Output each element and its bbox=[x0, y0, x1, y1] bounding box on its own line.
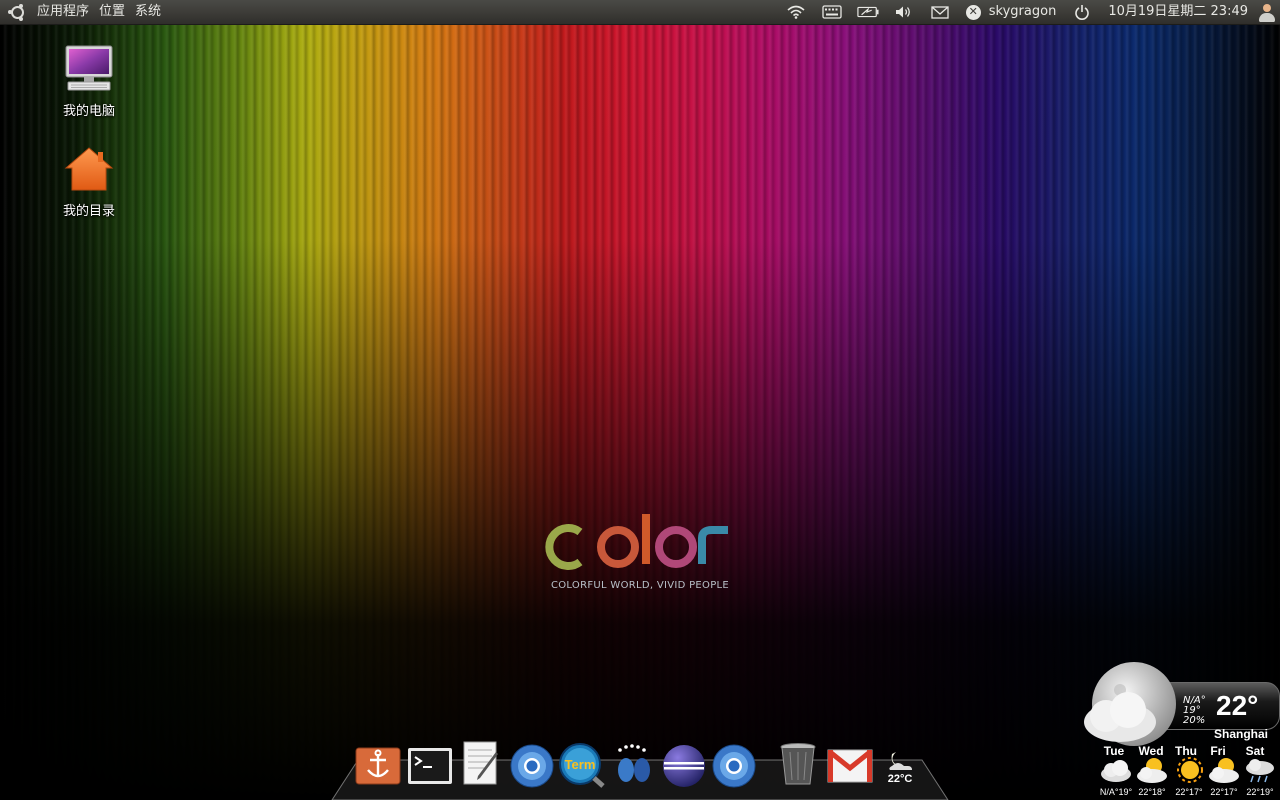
chromium-icon[interactable] bbox=[508, 740, 556, 788]
desktop-icon-label: 我的电脑 bbox=[62, 104, 115, 119]
eclipse-icon[interactable] bbox=[660, 740, 708, 788]
color-logo-text bbox=[545, 514, 728, 570]
desktop-icon-my-folder[interactable]: 我的目录 bbox=[44, 146, 134, 219]
menu-places[interactable]: 位置 bbox=[94, 0, 130, 24]
weather-widget[interactable]: N/A° 19° 20% 22° Shanghai Tue Wed Thu Fr… bbox=[1078, 660, 1280, 800]
wallpaper-tagline: COLORFUL WORLD, VIVID PEOPLE bbox=[550, 580, 730, 591]
terminal-icon[interactable] bbox=[406, 740, 454, 788]
dock: Term 22°C bbox=[330, 741, 950, 800]
moon-cloud-icon bbox=[1084, 662, 1176, 746]
forecast-temp: 22°18° bbox=[1138, 787, 1166, 797]
system-tray: ✕ skygragon 10月19日星期二 23:49 bbox=[778, 0, 1280, 24]
user-icon[interactable] bbox=[1258, 2, 1276, 22]
top-panel: 应用程序 位置 系统 ✕ skygragon 10月19日星期二 23:49 bbox=[0, 0, 1280, 25]
weather-details: N/A° 19° 20% bbox=[1183, 696, 1206, 726]
footprints-icon[interactable] bbox=[610, 740, 658, 788]
weather-city: Shanghai bbox=[1214, 727, 1269, 741]
clock[interactable]: 10月19日星期二 23:49 bbox=[1100, 0, 1256, 24]
chromium-icon[interactable] bbox=[710, 740, 758, 788]
cloudy-icon bbox=[1101, 760, 1131, 782]
ubuntu-logo-icon[interactable] bbox=[8, 3, 26, 21]
partly-cloudy-icon bbox=[1137, 758, 1167, 783]
forecast-temp: 22°17° bbox=[1210, 787, 1238, 797]
term-label: Term bbox=[565, 757, 596, 772]
text-editor-icon[interactable] bbox=[458, 740, 506, 788]
forecast-temp: N/A°19° bbox=[1099, 787, 1133, 797]
weather-current-temp: 22° bbox=[1216, 690, 1259, 721]
partly-cloudy-icon bbox=[1209, 758, 1239, 783]
rain-icon bbox=[1246, 759, 1274, 783]
power-icon[interactable] bbox=[1071, 0, 1093, 24]
keyboard-icon[interactable] bbox=[821, 0, 843, 24]
term-search-icon[interactable]: Term bbox=[558, 740, 606, 788]
user-switcher[interactable]: ✕ skygragon bbox=[958, 0, 1065, 24]
dock-weather-temp: 22°C bbox=[888, 773, 913, 785]
username-label: skygragon bbox=[988, 4, 1057, 19]
volume-icon[interactable] bbox=[893, 0, 915, 24]
menu-system[interactable]: 系统 bbox=[130, 0, 166, 24]
anchor-icon[interactable] bbox=[354, 740, 402, 788]
weather-humidity: 20% bbox=[1183, 715, 1206, 726]
trash-icon[interactable] bbox=[774, 740, 822, 788]
desktop-icon-label: 我的目录 bbox=[62, 204, 115, 219]
wallpaper-logo: COLORFUL WORLD, VIVID PEOPLE bbox=[540, 510, 740, 591]
close-x-icon: ✕ bbox=[965, 4, 981, 20]
sunny-icon bbox=[1177, 757, 1203, 783]
forecast-temp: 22°17° bbox=[1175, 787, 1203, 797]
forecast-temp: 22°19° bbox=[1246, 787, 1274, 797]
battery-icon[interactable] bbox=[857, 0, 879, 24]
weather-dock-icon[interactable]: 22°C bbox=[878, 740, 926, 788]
mail-icon[interactable] bbox=[929, 0, 951, 24]
gmail-icon[interactable] bbox=[826, 740, 874, 788]
wifi-icon[interactable] bbox=[785, 0, 807, 24]
desktop-icon-my-computer[interactable]: 我的电脑 bbox=[44, 44, 134, 119]
home-folder-icon bbox=[64, 147, 114, 191]
menu-applications[interactable]: 应用程序 bbox=[32, 0, 94, 24]
computer-icon bbox=[65, 45, 113, 91]
